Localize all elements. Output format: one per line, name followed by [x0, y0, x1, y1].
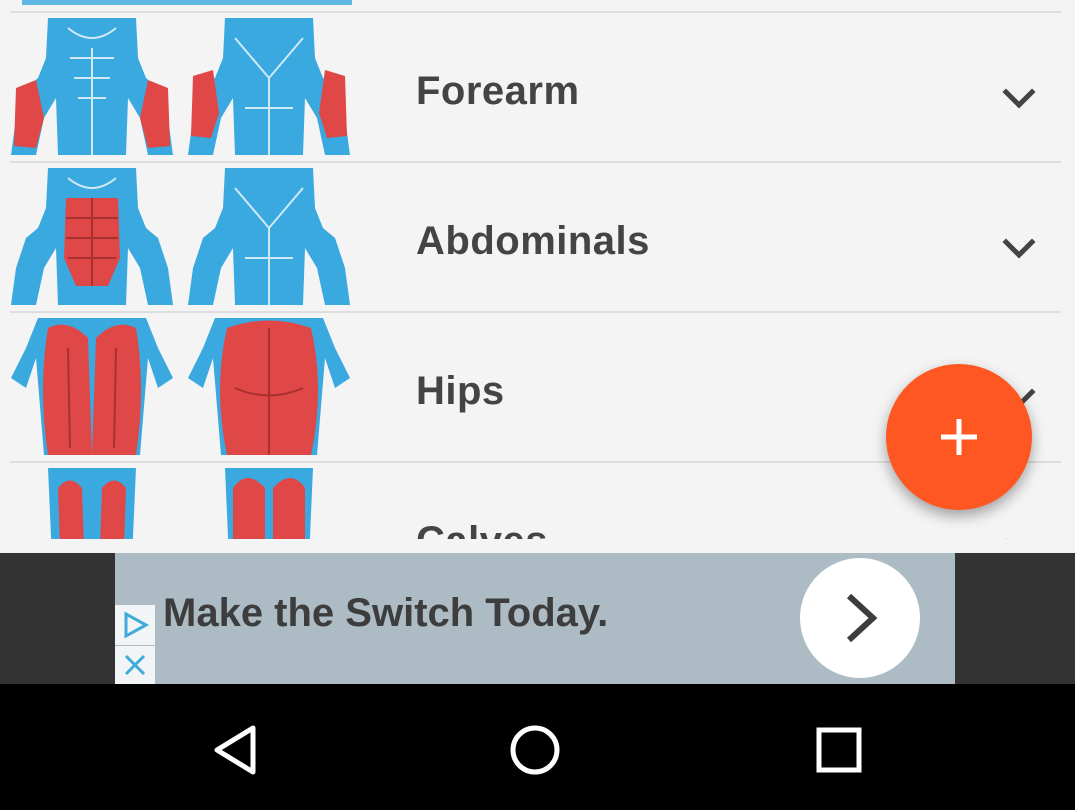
play-triangle-icon [124, 611, 150, 639]
row-label: Forearm [416, 69, 580, 113]
list-divider [10, 11, 1061, 13]
recents-button[interactable] [809, 720, 869, 780]
row-label: Abdominals [416, 219, 650, 263]
close-icon [124, 654, 146, 676]
front-body-figure [11, 168, 173, 305]
back-body-figure [188, 168, 350, 305]
app-screen: Forearm Abdominals Hips Calves Make the … [0, 0, 1075, 810]
list-item-abdominals[interactable]: Abdominals [0, 168, 1075, 318]
list-item-forearm[interactable]: Forearm [0, 18, 1075, 168]
plus-icon [941, 419, 977, 455]
chevron-down-icon[interactable] [998, 78, 1040, 120]
ad-text: Make the Switch Today. [163, 591, 609, 635]
chevron-right-icon [846, 593, 878, 643]
back-body-figure [188, 318, 350, 455]
list-fade [0, 539, 1075, 553]
home-circle-icon [510, 725, 560, 775]
back-body-figure [188, 18, 350, 155]
ad-banner[interactable]: Make the Switch Today. [115, 553, 955, 684]
muscle-figures-hips [8, 318, 354, 455]
home-button[interactable] [505, 720, 565, 780]
chevron-down-icon[interactable] [998, 228, 1040, 270]
back-triangle-icon [214, 725, 256, 775]
muscle-figures-forearm [8, 18, 354, 155]
previous-row-figures [22, 0, 352, 5]
ad-close-button[interactable] [115, 646, 155, 684]
front-body-figure [11, 318, 173, 455]
recents-square-icon [816, 727, 862, 773]
system-navigation-bar [0, 684, 1075, 810]
muscle-figures-abdominals [8, 168, 354, 305]
ad-cta-button[interactable] [800, 558, 920, 678]
add-button[interactable] [886, 364, 1032, 510]
row-label: Hips [416, 369, 505, 413]
list-divider [10, 311, 1061, 313]
ad-bar: Make the Switch Today. [0, 553, 1075, 684]
list-divider [10, 161, 1061, 163]
back-button[interactable] [205, 720, 265, 780]
adchoices-button[interactable] [115, 605, 155, 645]
front-body-figure [11, 18, 173, 155]
